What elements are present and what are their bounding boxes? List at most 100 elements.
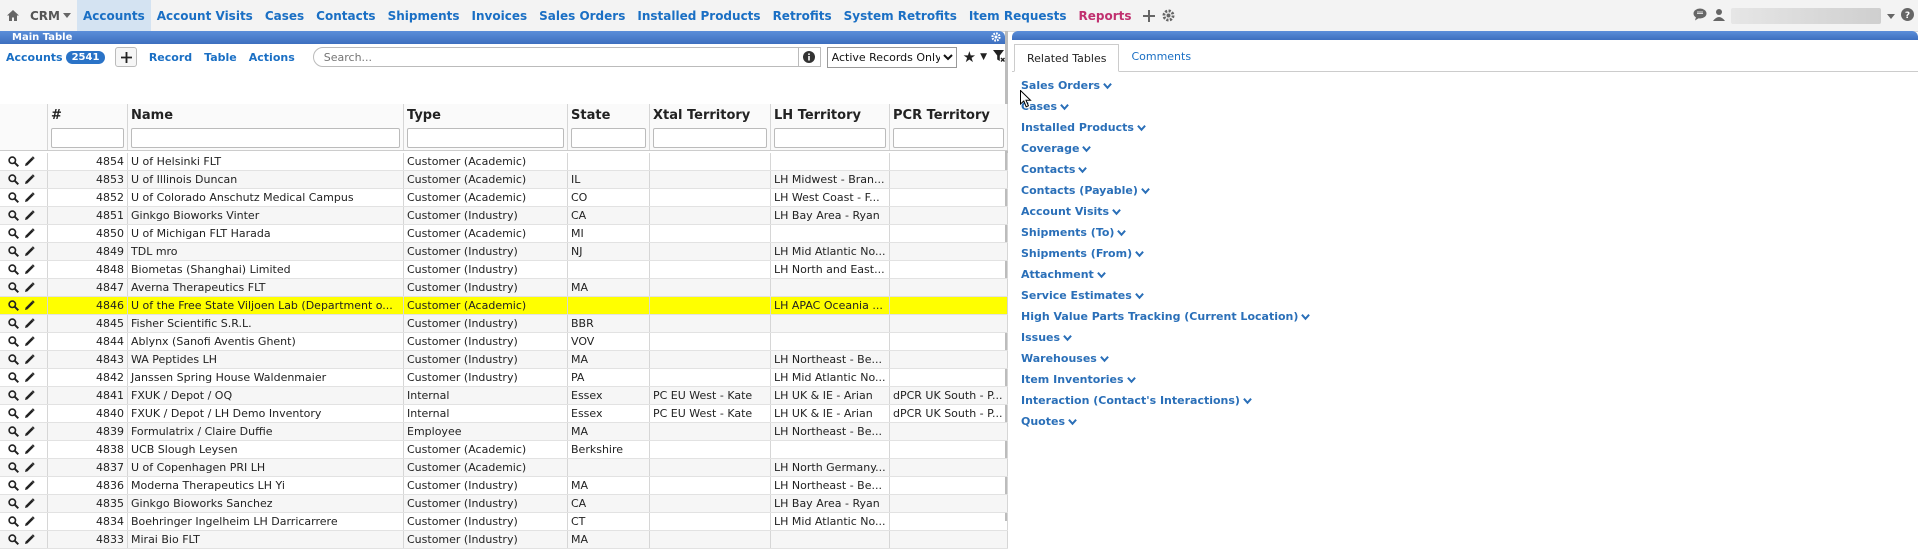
home-icon[interactable]	[2, 0, 24, 32]
panel-gear-icon[interactable]	[991, 32, 1001, 46]
table-row[interactable]: 4851 Ginkgo Bioworks Vinter Customer (Indu…	[0, 207, 1008, 225]
table-row[interactable]: 4839 Formulatrix / Claire Duffie Employee M…	[0, 423, 1008, 441]
view-record-icon[interactable]	[8, 444, 19, 455]
view-record-icon[interactable]	[8, 246, 19, 257]
related-item-interaction-contact-s-interactions[interactable]: Interaction (Contact's Interactions)	[1021, 390, 1918, 411]
table-row[interactable]: 4834 Boehringer Ingelheim LH Darricarrere…	[0, 513, 1008, 531]
search-info-button[interactable]	[799, 47, 821, 67]
table-row[interactable]: 4848 Biometas (Shanghai) Limited Customer …	[0, 261, 1008, 279]
view-record-icon[interactable]	[8, 390, 19, 401]
view-record-icon[interactable]	[8, 300, 19, 311]
related-item-sales-orders[interactable]: Sales Orders	[1021, 75, 1918, 96]
related-item-quotes[interactable]: Quotes	[1021, 411, 1918, 432]
chevron-down-icon[interactable]	[1096, 270, 1106, 279]
chevron-down-icon[interactable]	[1126, 375, 1136, 384]
edit-record-icon[interactable]	[24, 372, 35, 383]
table-menu[interactable]: Table	[204, 51, 237, 64]
chevron-down-icon[interactable]	[1117, 228, 1127, 237]
nav-item-item-requests[interactable]: Item Requests	[963, 0, 1073, 32]
column-header-lh-territory[interactable]: LH Territory	[771, 104, 890, 126]
nav-item-system-retrofits[interactable]: System Retrofits	[838, 0, 963, 32]
nav-item-retrofits[interactable]: Retrofits	[767, 0, 838, 32]
nav-item-account-visits[interactable]: Account Visits	[151, 0, 259, 32]
chevron-down-icon[interactable]	[1099, 354, 1109, 363]
tab-comments[interactable]: Comments	[1119, 43, 1203, 71]
related-item-contacts-payable[interactable]: Contacts (Payable)	[1021, 180, 1918, 201]
table-row[interactable]: 4843 WA Peptides LH Customer (Industry) MA L…	[0, 351, 1008, 369]
edit-record-icon[interactable]	[24, 408, 35, 419]
chat-icon[interactable]	[1693, 8, 1707, 24]
column-header-state[interactable]: State	[568, 104, 650, 126]
view-record-icon[interactable]	[8, 408, 19, 419]
help-icon[interactable]: ?	[1901, 8, 1914, 24]
record-filter-select[interactable]: Active Records Only	[826, 46, 957, 68]
related-item-shipments-to[interactable]: Shipments (To)	[1021, 222, 1918, 243]
add-icon[interactable]	[1140, 0, 1158, 32]
column-header-number[interactable]: #	[48, 104, 128, 126]
user-name-redacted[interactable]	[1731, 8, 1881, 24]
table-row[interactable]: 4835 Ginkgo Bioworks Sanchez Customer (Ind…	[0, 495, 1008, 513]
chevron-down-icon[interactable]	[1103, 81, 1112, 90]
tab-related-tables[interactable]: Related Tables	[1014, 44, 1120, 72]
view-record-icon[interactable]	[8, 462, 19, 473]
edit-record-icon[interactable]	[24, 300, 35, 311]
chevron-down-icon[interactable]	[1137, 123, 1146, 132]
column-header-xtal-territory[interactable]: Xtal Territory	[650, 104, 771, 126]
filter-lh-territory[interactable]	[774, 128, 886, 148]
view-record-icon[interactable]	[8, 354, 19, 365]
edit-record-icon[interactable]	[24, 480, 35, 491]
edit-record-icon[interactable]	[24, 318, 35, 329]
table-row[interactable]: 4837 U of Copenhagen PRI LH Customer (Acad…	[0, 459, 1008, 477]
edit-record-icon[interactable]	[24, 156, 35, 167]
table-row[interactable]: 4854 U of Helsinki FLT Customer (Academic)	[0, 153, 1008, 171]
related-item-shipments-from[interactable]: Shipments (From)	[1021, 243, 1918, 264]
chevron-down-icon[interactable]	[1135, 249, 1144, 258]
view-record-icon[interactable]	[8, 156, 19, 167]
related-item-high-value-parts-tracking-current-location[interactable]: High Value Parts Tracking (Current Locat…	[1021, 306, 1918, 327]
view-record-icon[interactable]	[8, 282, 19, 293]
table-row[interactable]: 4852 U of Colorado Anschutz Medical Campu…	[0, 189, 1008, 207]
filter-type[interactable]	[407, 128, 564, 148]
table-row[interactable]: 4850 U of Michigan FLT Harada Customer (Ac…	[0, 225, 1008, 243]
user-icon[interactable]	[1713, 8, 1725, 24]
chevron-down-icon[interactable]	[1068, 417, 1077, 426]
view-record-icon[interactable]	[8, 534, 19, 545]
add-record-button[interactable]	[115, 47, 137, 67]
favorites-chevron-icon[interactable]: ▼	[980, 52, 987, 62]
edit-record-icon[interactable]	[24, 390, 35, 401]
edit-record-icon[interactable]	[24, 498, 35, 509]
related-item-cases[interactable]: Cases	[1021, 96, 1918, 117]
view-record-icon[interactable]	[8, 318, 19, 329]
chevron-down-icon[interactable]	[1078, 165, 1088, 174]
edit-record-icon[interactable]	[24, 192, 35, 203]
edit-record-icon[interactable]	[24, 516, 35, 527]
chevron-down-icon[interactable]	[1243, 396, 1252, 405]
filter-xtal-territory[interactable]	[653, 128, 767, 148]
search-input[interactable]	[312, 47, 800, 67]
view-record-icon[interactable]	[8, 426, 19, 437]
table-row[interactable]: 4838 UCB Slough Leysen Customer (Academic)…	[0, 441, 1008, 459]
nav-item-shipments[interactable]: Shipments	[382, 0, 466, 32]
table-row[interactable]: 4833 Mirai Bio FLT Customer (Industry) MA	[0, 531, 1008, 549]
related-item-item-inventories[interactable]: Item Inventories	[1021, 369, 1918, 390]
edit-record-icon[interactable]	[24, 444, 35, 455]
chevron-down-icon[interactable]	[1301, 312, 1311, 321]
related-item-issues[interactable]: Issues	[1021, 327, 1918, 348]
gear-icon[interactable]	[1160, 0, 1178, 32]
edit-record-icon[interactable]	[24, 246, 35, 257]
filter-name[interactable]	[131, 128, 400, 148]
nav-item-invoices[interactable]: Invoices	[466, 0, 534, 32]
filter-state[interactable]	[571, 128, 646, 148]
clear-filter-icon[interactable]	[993, 49, 1006, 65]
chevron-down-icon[interactable]	[1141, 186, 1150, 195]
actions-menu[interactable]: Actions	[249, 51, 295, 64]
view-record-icon[interactable]	[8, 372, 19, 383]
edit-record-icon[interactable]	[24, 462, 35, 473]
related-item-contacts[interactable]: Contacts	[1021, 159, 1918, 180]
nav-item-installed-products[interactable]: Installed Products	[631, 0, 766, 32]
related-item-attachment[interactable]: Attachment	[1021, 264, 1918, 285]
table-row[interactable]: 4849 TDL mro Customer (Industry) NJ LH Mid A…	[0, 243, 1008, 261]
table-row[interactable]: 4840 FXUK / Depot / LH Demo Inventory Inte…	[0, 405, 1008, 423]
chevron-down-icon[interactable]	[1112, 207, 1121, 216]
edit-record-icon[interactable]	[24, 210, 35, 221]
